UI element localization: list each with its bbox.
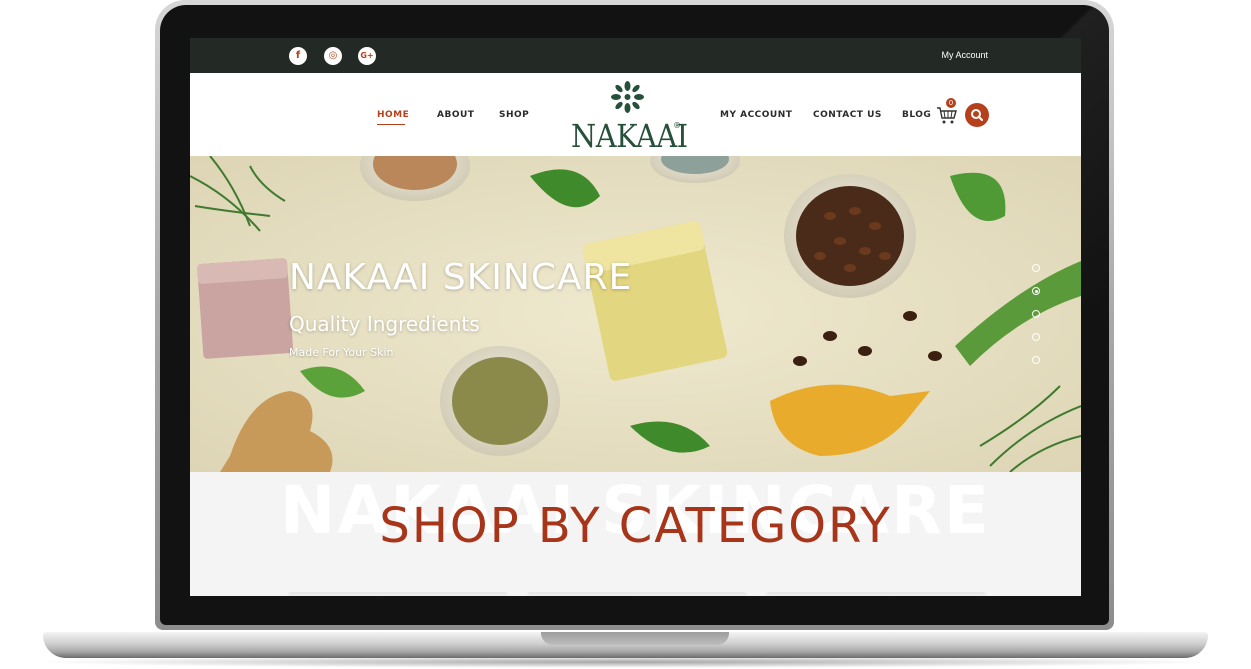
logo-registered-mark: ® <box>673 121 681 130</box>
google-plus-icon[interactable]: G+ <box>358 47 376 65</box>
search-button[interactable] <box>965 103 989 127</box>
laptop-notch <box>541 632 729 645</box>
hero-title: NAKAAI SKINCARE <box>289 257 633 298</box>
nav-blog[interactable]: BLOG <box>902 110 931 120</box>
slider-dot-5[interactable] <box>1032 356 1040 364</box>
hero-subtitle: Quality Ingredients <box>289 312 480 336</box>
nav-home[interactable]: HOME <box>377 110 409 120</box>
nav-shop[interactable]: SHOP <box>499 110 529 120</box>
shop-by-category-section: NAKAAI SKINCARE SHOP BY CATEGORY <box>190 472 1081 596</box>
facebook-icon[interactable]: f <box>289 47 307 65</box>
slider-dot-1[interactable] <box>1032 264 1040 272</box>
category-heading: SHOP BY CATEGORY <box>379 498 892 554</box>
logo-text[interactable]: NAKAAI <box>571 117 688 155</box>
hero-slider: NAKAAI SKINCARE Quality Ingredients Made… <box>190 156 1081 472</box>
slider-dot-3[interactable] <box>1032 310 1040 318</box>
cart-count-badge: 0 <box>946 98 956 108</box>
nav-home-underline <box>377 124 405 125</box>
search-icon <box>971 109 983 121</box>
nav-about[interactable]: ABOUT <box>437 110 474 120</box>
website-screen: f ◎ G+ My Account HOME ABOUT SHOP NAKAAI… <box>190 38 1081 596</box>
category-card-1[interactable] <box>288 592 508 596</box>
logo-leaf-icon <box>611 81 644 113</box>
hero-tagline: Made For Your Skin <box>289 346 394 359</box>
top-bar: f ◎ G+ My Account <box>190 38 1081 73</box>
category-card-3[interactable] <box>766 592 986 596</box>
slider-dot-4[interactable] <box>1032 333 1040 341</box>
nav-contact-us[interactable]: CONTACT US <box>813 110 882 120</box>
slider-dot-2[interactable] <box>1032 287 1040 295</box>
site-header: HOME ABOUT SHOP NAKAAI ® MY ACCOUNT CONT… <box>190 73 1081 156</box>
nav-my-account[interactable]: MY ACCOUNT <box>720 110 792 120</box>
my-account-link[interactable]: My Account <box>941 50 988 60</box>
category-card-2[interactable] <box>527 592 747 596</box>
instagram-icon[interactable]: ◎ <box>324 47 342 65</box>
